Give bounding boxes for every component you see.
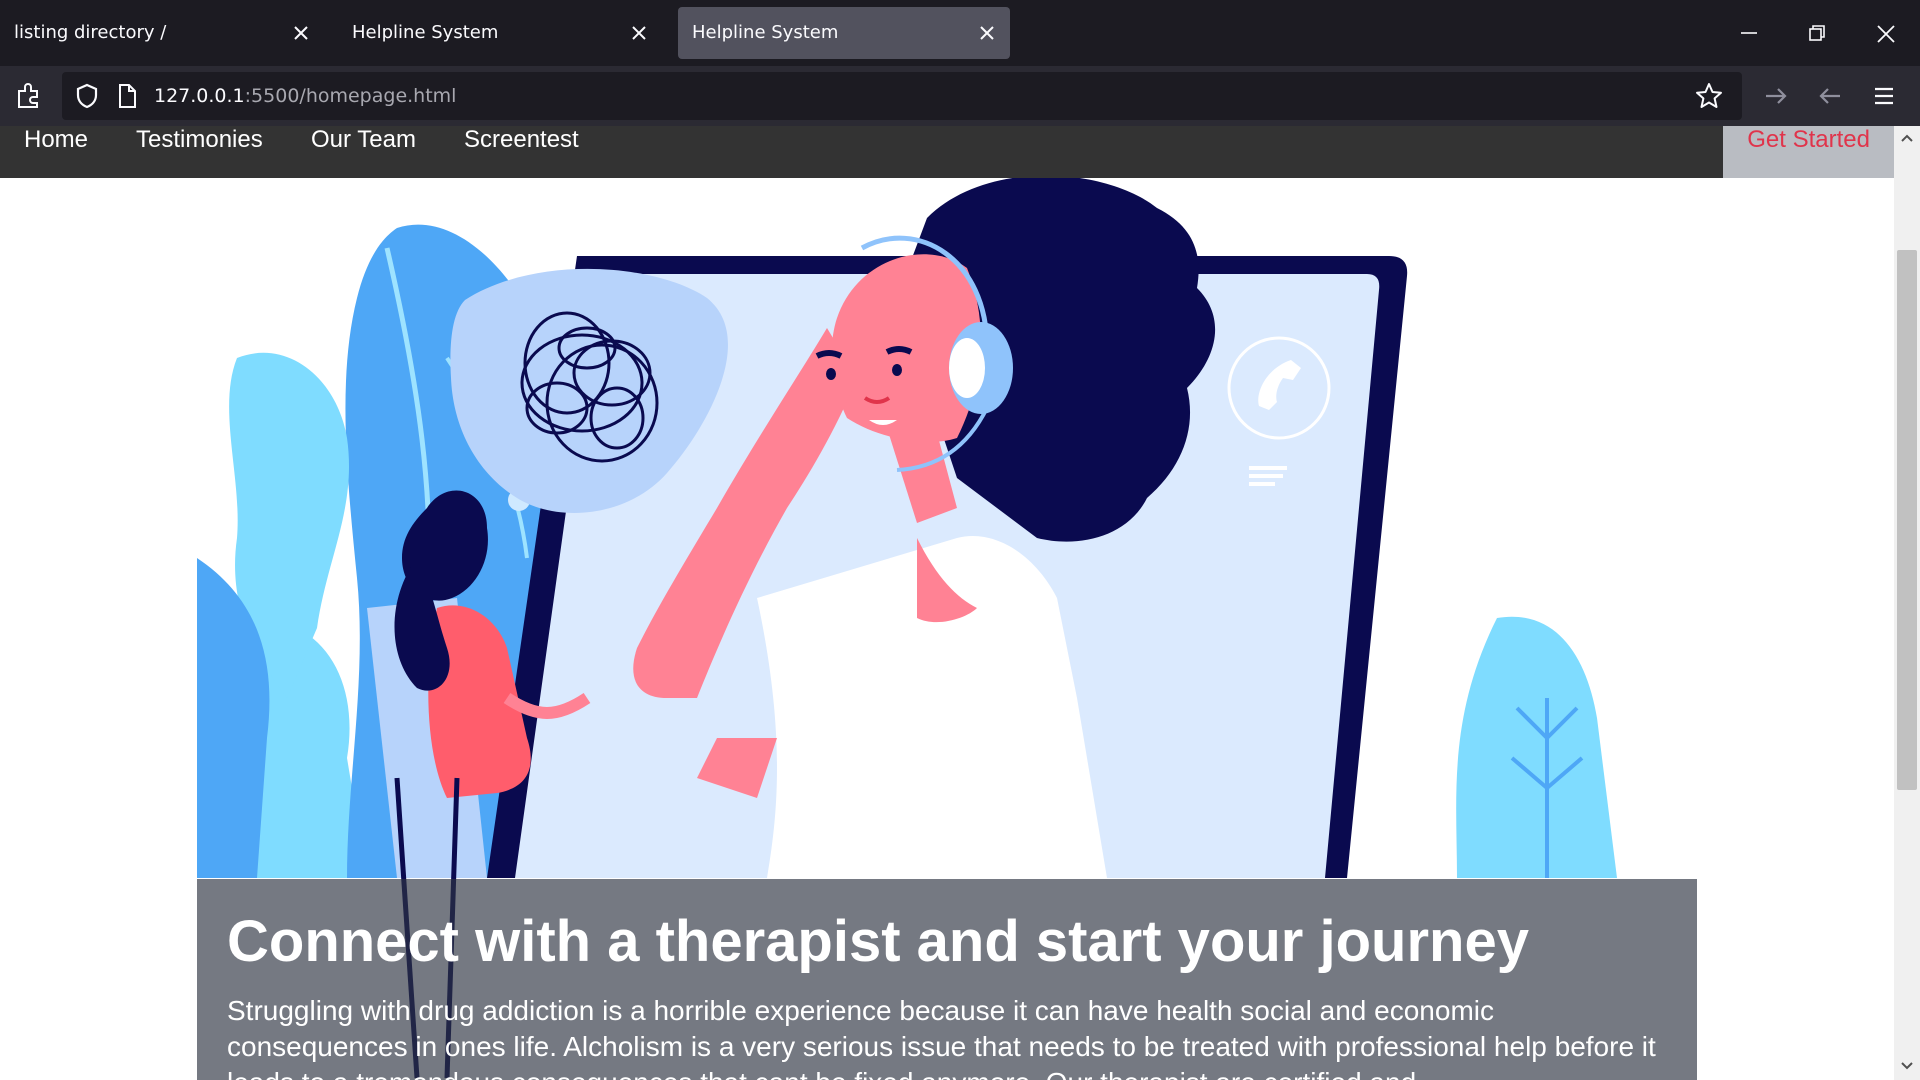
url-text[interactable]: 127.0.0.1:5500/homepage.html [154, 72, 456, 120]
hero-caption: Connect with a therapist and start your … [197, 879, 1697, 1080]
menu-icon[interactable] [1869, 81, 1899, 111]
tab-title: listing directory / [14, 22, 167, 43]
nav-link-screentest[interactable]: Screentest [464, 126, 579, 154]
scroll-down-icon[interactable] [1899, 1058, 1915, 1074]
back-icon[interactable] [1815, 81, 1845, 111]
shield-icon[interactable] [72, 81, 102, 111]
tab-helpline-system[interactable]: Helpline System [338, 7, 662, 59]
get-started-button[interactable]: Get Started [1723, 126, 1894, 178]
url-bar[interactable]: 127.0.0.1:5500/homepage.html [62, 72, 1742, 120]
restore-icon[interactable] [1797, 14, 1837, 54]
tab-helpline-system-active[interactable]: Helpline System [678, 7, 1010, 59]
minimize-icon[interactable] [1729, 14, 1769, 54]
scroll-thumb[interactable] [1897, 250, 1917, 790]
nav-link-our-team[interactable]: Our Team [311, 126, 416, 154]
url-path: :5500/homepage.html [244, 85, 457, 107]
nav-link-testimonies[interactable]: Testimonies [136, 126, 263, 154]
tab-title: Helpline System [352, 22, 499, 43]
get-started-label: Get Started [1747, 126, 1870, 153]
nav-link-home[interactable]: Home [24, 126, 88, 154]
scroll-up-icon[interactable] [1899, 130, 1915, 146]
tab-listing-directory[interactable]: listing directory / [0, 7, 324, 59]
page-scrollbar[interactable] [1894, 126, 1920, 1080]
site-navbar: Home Testimonies Our Team Screentest Get… [0, 126, 1894, 178]
close-icon[interactable] [626, 20, 652, 46]
browser-toolbar: 127.0.0.1:5500/homepage.html [0, 66, 1920, 126]
hero-text: Struggling with drug addiction is a horr… [227, 995, 1656, 1080]
extensions-icon[interactable] [14, 81, 44, 111]
window-close-icon[interactable] [1866, 14, 1906, 54]
page-icon [119, 84, 136, 108]
close-icon[interactable] [974, 20, 1000, 46]
star-icon[interactable] [1694, 81, 1724, 111]
forward-icon[interactable] [1761, 81, 1791, 111]
url-host: 127.0.0.1 [154, 85, 245, 107]
tab-title: Helpline System [692, 22, 839, 43]
close-icon[interactable] [288, 20, 314, 46]
hero-title: Connect with a therapist and start your … [227, 909, 1529, 974]
page-viewport: Home Testimonies Our Team Screentest Get… [0, 126, 1920, 1080]
tab-strip: listing directory / Helpline System Help… [0, 0, 1920, 66]
hero-section: Connect with a therapist and start your … [197, 178, 1697, 1080]
